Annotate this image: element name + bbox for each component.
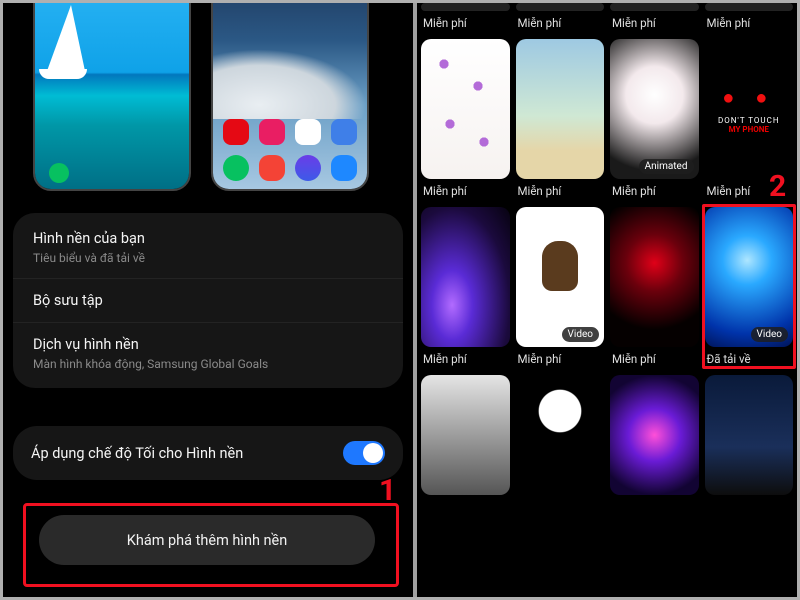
- annotation-box-2: [702, 204, 797, 369]
- menu-wallpaper-services[interactable]: Dịch vụ hình nền Màn hình khóa động, Sam…: [13, 323, 403, 384]
- wallpaper-grid: Miễn phíMiễn phíMiễn phíMiễn phíMiễn phí…: [417, 3, 797, 495]
- menu-title: Bộ sưu tập: [33, 292, 383, 309]
- thumb-caption: Miễn phí: [610, 11, 699, 39]
- wallpaper-cell[interactable]: Miễn phí: [516, 39, 605, 207]
- browser-icon: [295, 155, 321, 181]
- annotation-number-1: 1: [379, 473, 396, 508]
- wallpaper-thumb[interactable]: [516, 39, 605, 179]
- wallpaper-thumb[interactable]: [421, 3, 510, 11]
- phone-icon: [223, 155, 249, 181]
- messages-icon: [331, 155, 357, 181]
- wallpaper-cell[interactable]: Video Miễn phí: [516, 207, 605, 375]
- wallpaper-thumb[interactable]: [705, 3, 794, 11]
- wallpaper-thumb[interactable]: [705, 375, 794, 495]
- wallpaper-cell[interactable]: Animated Miễn phí: [610, 39, 699, 207]
- wallpaper-cell[interactable]: Miễn phí: [705, 3, 794, 39]
- wallpaper-cell[interactable]: [705, 375, 794, 495]
- wallpaper-cell[interactable]: Miễn phí: [421, 3, 510, 39]
- menu-subtitle: Màn hình khóa động, Samsung Global Goals: [33, 357, 383, 371]
- wallpaper-cell[interactable]: [610, 375, 699, 495]
- menu-title: Hình nền của bạn: [33, 230, 383, 247]
- wallpaper-thumb[interactable]: [610, 375, 699, 495]
- wallpaper-cell[interactable]: [516, 375, 605, 495]
- menu-subtitle: Tiêu biểu và đã tải về: [33, 251, 383, 265]
- wallpaper-cell[interactable]: [421, 375, 510, 495]
- thumb-caption: Miễn phí: [421, 179, 510, 207]
- wallpaper-thumb[interactable]: [421, 207, 510, 347]
- thumb-caption: Miễn phí: [516, 11, 605, 39]
- app-icon: [259, 119, 285, 145]
- app-icon: [223, 119, 249, 145]
- lockscreen-preview[interactable]: [33, 0, 191, 191]
- dock-row: [213, 155, 367, 181]
- app-icon: [295, 119, 321, 145]
- thumb-caption: Miễn phí: [516, 179, 605, 207]
- wallpaper-thumb[interactable]: [516, 375, 605, 495]
- app-icon: [331, 119, 357, 145]
- thumb-caption: Miễn phí: [610, 347, 699, 375]
- thumb-caption: Miễn phí: [421, 347, 510, 375]
- dark-mode-toggle[interactable]: [343, 441, 385, 465]
- wallpaper-cell[interactable]: Miễn phí: [516, 3, 605, 39]
- wallpaper-settings-screen: Hình nền của bạn Tiêu biểu và đã tải về …: [3, 3, 413, 597]
- wallpaper-thumb[interactable]: Animated: [610, 39, 699, 179]
- annotation-box-1: [23, 503, 399, 587]
- wallpaper-cell[interactable]: Miễn phí: [421, 207, 510, 375]
- wallpaper-cell[interactable]: Miễn phí: [421, 39, 510, 207]
- wallpaper-thumb[interactable]: [516, 3, 605, 11]
- wallpaper-thumb[interactable]: [610, 3, 699, 11]
- wallpaper-store-screen: Miễn phíMiễn phíMiễn phíMiễn phíMiễn phí…: [417, 3, 797, 597]
- wallpaper-thumb[interactable]: [421, 39, 510, 179]
- wallpaper-thumb[interactable]: Video: [516, 207, 605, 347]
- wallpaper-cell[interactable]: VideoĐã tải về: [705, 207, 794, 375]
- app-icon-row: [213, 119, 367, 145]
- thumb-caption: Miễn phí: [421, 11, 510, 39]
- wallpaper-thumb[interactable]: ● ●DON'T TOUCHMY PHONE: [705, 39, 794, 179]
- dark-mode-wallpaper-row[interactable]: Áp dụng chế độ Tối cho Hình nền: [13, 426, 403, 480]
- annotation-number-2: 2: [769, 169, 786, 204]
- homescreen-preview[interactable]: [211, 0, 369, 191]
- dark-mode-label: Áp dụng chế độ Tối cho Hình nền: [31, 445, 243, 462]
- wallpaper-cell[interactable]: Miễn phí: [610, 207, 699, 375]
- camera-icon: [259, 155, 285, 181]
- wallpaper-previews: [33, 3, 393, 203]
- thumb-caption: Miễn phí: [705, 11, 794, 39]
- menu-title: Dịch vụ hình nền: [33, 336, 383, 353]
- wallpaper-thumb[interactable]: [610, 207, 699, 347]
- call-icon: [49, 163, 69, 183]
- thumb-caption: Miễn phí: [516, 347, 605, 375]
- thumb-badge: Video: [562, 327, 599, 342]
- thumb-badge: Animated: [639, 159, 694, 174]
- wallpaper-menu-card: Hình nền của bạn Tiêu biểu và đã tải về …: [13, 213, 403, 388]
- wallpaper-cell[interactable]: Miễn phí: [610, 3, 699, 39]
- wallpaper-thumb[interactable]: [421, 375, 510, 495]
- menu-gallery[interactable]: Bộ sưu tập: [13, 279, 403, 323]
- menu-your-wallpapers[interactable]: Hình nền của bạn Tiêu biểu và đã tải về: [13, 217, 403, 279]
- thumb-caption: Miễn phí: [610, 179, 699, 207]
